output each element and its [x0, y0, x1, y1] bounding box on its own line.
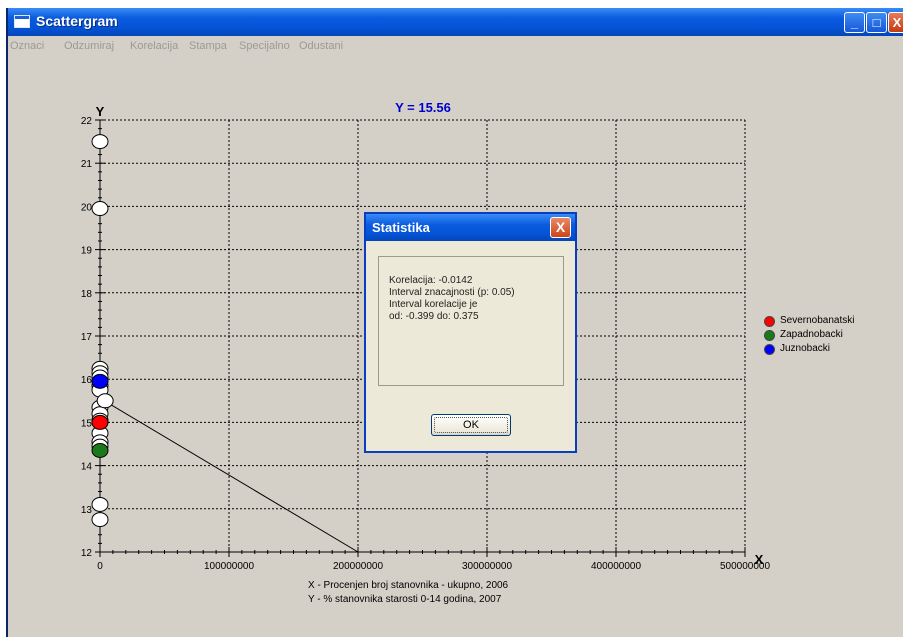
y-tick-label: 12 [81, 548, 93, 559]
title-bar[interactable]: Scattergram _ □ X [8, 8, 903, 36]
interval-range-text: od: -0.399 do: 0.375 [389, 311, 479, 322]
statistics-panel: Korelacija: -0.0142 Interval znacajnosti… [378, 256, 564, 386]
legend-label: Severnobanatski [780, 315, 855, 326]
legend-dot-blue [764, 344, 775, 355]
y-axis-caption: Y - % stanovnika starosti 0-14 godina, 2… [308, 594, 502, 605]
correlation-text: Korelacija: -0.0142 [389, 275, 473, 286]
close-button[interactable]: X [888, 12, 903, 33]
y-tick-label: 17 [81, 332, 93, 343]
x-tick-label: 300000000 [462, 561, 512, 572]
menu-odzumiraj[interactable]: Odzumiraj [64, 40, 114, 52]
y-axis-label: Y [96, 104, 105, 119]
data-point [91, 201, 109, 217]
x-axis-caption: X - Procenjen broj stanovnika - ukupno, … [308, 580, 509, 591]
legend-label: Juznobacki [780, 343, 831, 354]
ok-button[interactable]: OK [431, 414, 511, 436]
dialog-title: Statistika [372, 220, 430, 235]
window-icon [14, 15, 30, 28]
y-tick-label: 18 [81, 289, 93, 300]
significance-text: Interval znacajnosti (p: 0.05) [389, 287, 515, 298]
scattergram-window: Scattergram _ □ X Oznaci Odzumiraj Korel… [6, 8, 903, 637]
maximize-button[interactable]: □ [866, 12, 887, 33]
x-tick-label: 400000000 [591, 561, 641, 572]
x-axis-label: X [755, 552, 764, 567]
window-title: Scattergram [36, 13, 118, 29]
x-tick-label: 0 [97, 561, 103, 572]
minimize-button[interactable]: _ [844, 12, 865, 33]
menu-bar: Oznaci Odzumiraj Korelacija Stampa Speci… [8, 36, 903, 58]
chart-title: Y = 15.56 [395, 100, 451, 115]
menu-odustani[interactable]: Odustani [299, 40, 343, 52]
y-tick-label: 15 [81, 418, 93, 429]
y-tick-label: 20 [81, 202, 93, 213]
y-tick-label: 22 [81, 116, 93, 127]
legend-label: Zapadnobacki [780, 329, 843, 340]
x-tick-label: 100000000 [204, 561, 254, 572]
menu-oznaci[interactable]: Oznaci [10, 40, 44, 52]
menu-korelacija[interactable]: Korelacija [130, 40, 178, 52]
y-tick-label: 16 [81, 375, 93, 386]
x-tick-label: 200000000 [333, 561, 383, 572]
legend-dot-green [764, 330, 775, 341]
dialog-close-button[interactable]: X [550, 217, 571, 238]
menu-specijalno[interactable]: Specijalno [239, 40, 290, 52]
dialog-title-bar[interactable]: Statistika X [366, 214, 575, 241]
y-tick-label: 19 [81, 246, 93, 257]
y-tick-label: 14 [81, 462, 93, 473]
data-point-zapadnobacki [91, 442, 109, 458]
y-tick-label: 13 [81, 505, 93, 516]
data-point [91, 134, 109, 150]
statistika-dialog: Statistika X Korelacija: -0.0142 Interva… [364, 212, 577, 453]
data-point [91, 496, 109, 512]
legend-dot-red [764, 316, 775, 327]
data-point-severnobanatski [91, 414, 109, 430]
interval-label-text: Interval korelacije je [389, 299, 478, 310]
data-point [91, 512, 109, 528]
menu-stampa[interactable]: Stampa [189, 40, 227, 52]
y-tick-label: 21 [81, 159, 93, 170]
data-point [96, 393, 114, 409]
data-point-juznobacki [91, 373, 109, 389]
